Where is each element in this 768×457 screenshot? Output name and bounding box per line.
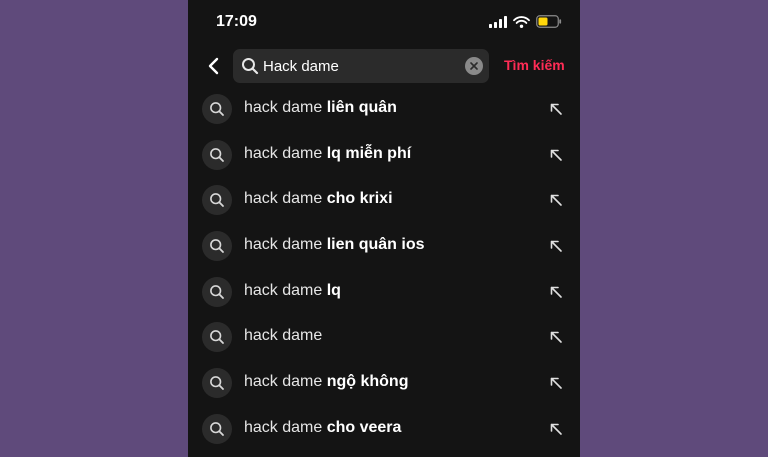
suggestion-search-icon-wrap: [202, 185, 232, 216]
status-time: 17:09: [216, 13, 257, 30]
suggestion-suffix: ngộ không: [326, 373, 409, 391]
suggestion-search-icon-wrap: [202, 413, 232, 444]
suggestion-suffix: lq miễn phí: [326, 144, 412, 162]
arrow-up-left-icon[interactable]: [548, 284, 564, 300]
suggestion-suffix: cho veera: [326, 418, 402, 436]
search-box[interactable]: [233, 49, 489, 83]
arrow-up-left-icon[interactable]: [548, 329, 564, 345]
phone-screen: 17:09 Hack dame Tìm kiếm hack dame liên …: [188, 0, 580, 457]
suggestion-prefix: hack dame: [244, 281, 323, 299]
suggestion-text: hack dame cho veera: [244, 419, 401, 437]
arrow-up-left-icon[interactable]: [548, 147, 564, 163]
arrow-up-left-icon[interactable]: [548, 238, 564, 254]
suggestion-item[interactable]: hack dame liên quân: [188, 87, 580, 133]
suggestion-text: hack dame liên quân: [244, 99, 397, 117]
suggestion-prefix: hack dame: [244, 190, 323, 208]
suggestion-search-icon-wrap: [202, 276, 232, 307]
suggestion-item[interactable]: hack dame: [188, 315, 580, 361]
status-icons: [489, 15, 562, 28]
suggestion-text: hack dame cho krixi: [244, 190, 393, 208]
suggestion-search-icon-wrap: [202, 368, 232, 399]
status-bar: 17:09: [188, 0, 580, 44]
suggestion-search-icon-wrap: [202, 231, 232, 262]
signal-icon: [489, 15, 507, 28]
wifi-icon: [513, 15, 530, 28]
suggestion-text: hack dame: [244, 327, 322, 345]
search-submit-button[interactable]: Tìm kiếm: [504, 57, 565, 73]
suggestion-prefix: hack dame: [244, 418, 323, 436]
arrow-up-left-icon[interactable]: [548, 101, 564, 117]
suggestion-prefix: hack dame: [244, 99, 323, 116]
suggestion-text: hack dame lq miễn phí: [244, 145, 411, 163]
search-icon: [210, 284, 224, 299]
search-icon: [210, 193, 224, 208]
search-icon: [210, 102, 224, 116]
suggestion-suffix: lien quân ios: [326, 236, 425, 254]
suggestion-item[interactable]: hack dame cho veera: [188, 407, 580, 453]
suggestion-suffix: cho krixi: [326, 190, 393, 208]
suggestion-search-icon-wrap: [202, 322, 232, 353]
search-input[interactable]: [263, 49, 459, 83]
clear-search-button[interactable]: [465, 57, 483, 75]
suggestion-prefix: hack dame: [244, 327, 323, 345]
arrow-up-left-icon[interactable]: [548, 192, 564, 208]
search-icon: [210, 421, 224, 436]
suggestion-search-icon-wrap: [202, 94, 232, 124]
suggestion-text: hack dame ngộ không: [244, 373, 408, 391]
suggestion-suffix: liên quân: [326, 99, 397, 116]
search-header: Tìm kiếm: [188, 48, 580, 84]
search-icon: [242, 58, 259, 75]
suggestion-prefix: hack dame: [244, 144, 323, 162]
suggestion-item[interactable]: hack dame ngộ không: [188, 361, 580, 407]
suggestion-text: hack dame lq: [244, 282, 341, 300]
arrow-up-left-icon[interactable]: [548, 375, 564, 391]
suggestion-prefix: hack dame: [244, 373, 323, 391]
suggestion-search-icon-wrap: [202, 139, 232, 170]
arrow-up-left-icon[interactable]: [548, 421, 564, 437]
suggestion-item[interactable]: hack dame lq miễn phí: [188, 133, 580, 179]
suggestion-prefix: hack dame: [244, 236, 323, 254]
suggestion-item[interactable]: hack dame lien quân ios: [188, 224, 580, 270]
back-button[interactable]: [202, 54, 226, 78]
search-icon: [210, 147, 224, 162]
suggestion-text: hack dame lien quân ios: [244, 236, 425, 254]
suggestion-list: hack dame liên quân hack dame lq miễn ph…: [188, 87, 580, 453]
suggestion-item[interactable]: hack dame lq: [188, 270, 580, 316]
search-icon: [210, 330, 224, 345]
search-icon: [210, 239, 224, 253]
suggestion-item[interactable]: hack dame cho krixi: [188, 178, 580, 224]
search-icon: [210, 376, 224, 391]
suggestion-suffix: lq: [326, 281, 341, 299]
clear-icon: [470, 62, 478, 70]
battery-icon: [536, 15, 562, 28]
chevron-left-icon: [208, 57, 219, 75]
